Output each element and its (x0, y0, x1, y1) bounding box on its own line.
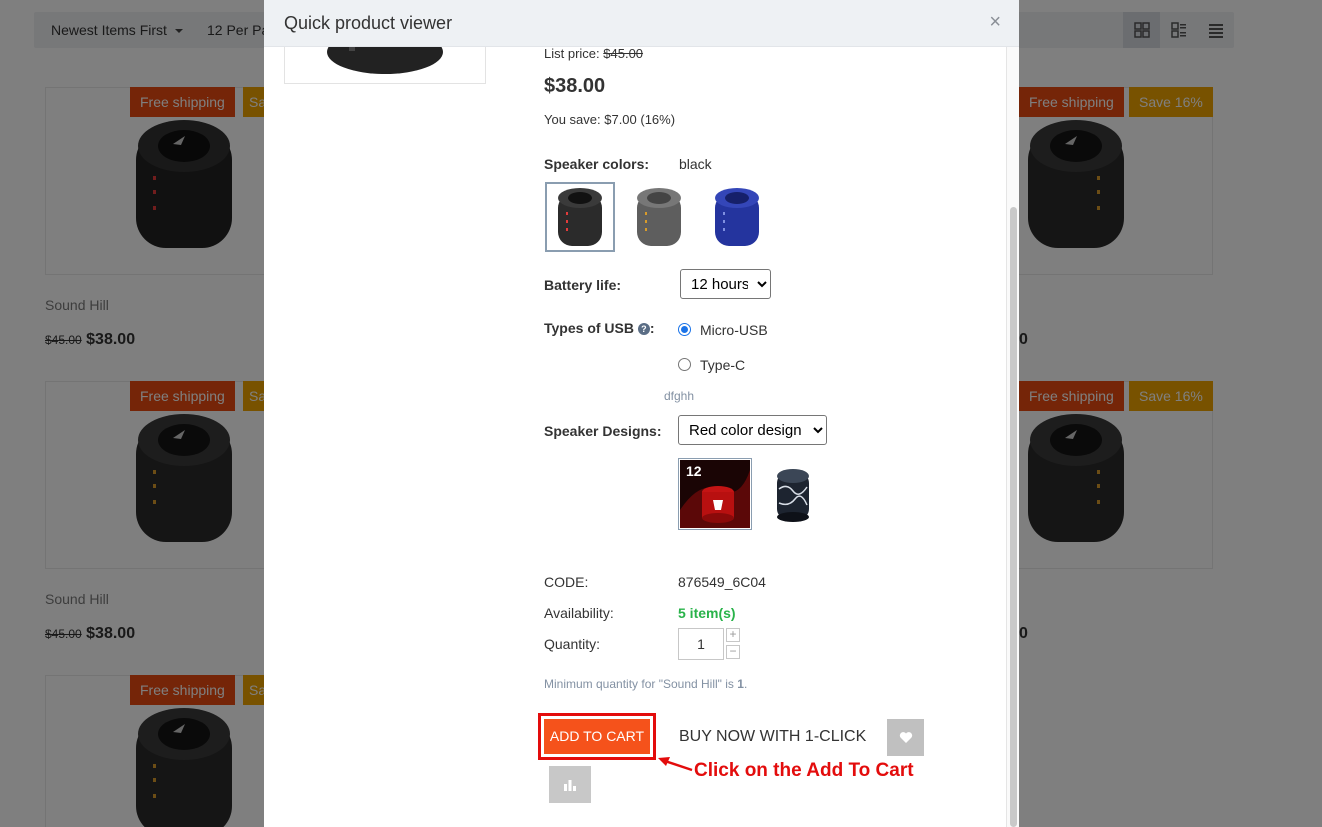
quantity-decrease-button[interactable]: − (726, 645, 740, 659)
color-swatch-blue[interactable] (702, 182, 772, 252)
dialog-scrollbar[interactable] (1006, 47, 1019, 827)
design-thumb-marble[interactable] (756, 458, 830, 530)
red-design-image: 12 (680, 460, 750, 528)
color-swatch-black[interactable] (545, 182, 615, 252)
annotation-arrow-icon (658, 757, 693, 772)
heart-icon (899, 732, 912, 743)
marble-design-image (777, 469, 809, 522)
usb-label: Types of USB ?: (544, 320, 655, 336)
scrollbar-thumb[interactable] (1010, 207, 1017, 827)
usb-radio-micro[interactable] (678, 323, 691, 336)
usb-note: dfghh (664, 389, 695, 403)
list-price: List price: $45.00 (544, 46, 643, 61)
usb-option-label[interactable]: Type-C (700, 357, 745, 373)
availability-value: 5 item(s) (678, 605, 736, 621)
product-price: $38.00 (544, 75, 606, 97)
quick-view-dialog: Quick product viewer × List price: $45.0… (264, 0, 1019, 827)
black-speaker-image (558, 188, 602, 246)
min-quantity-value: 1 (737, 677, 744, 691)
gray-speaker-image (637, 188, 681, 246)
close-icon[interactable]: × (989, 11, 1001, 34)
dialog-title: Quick product viewer (284, 13, 453, 33)
quantity-input[interactable]: 1 (678, 628, 724, 660)
color-swatch-gray[interactable] (624, 182, 694, 252)
availability-label: Availability: (544, 605, 614, 621)
usb-radio-typec[interactable] (678, 358, 691, 371)
list-price-label: List price: (544, 46, 600, 61)
blue-speaker-image (715, 188, 759, 246)
design-thumb-red[interactable]: 12 (678, 458, 752, 530)
designs-label: Speaker Designs: (544, 423, 662, 439)
battery-label: Battery life: (544, 277, 622, 293)
you-save: You save: $7.00 (16%) (544, 112, 676, 127)
usb-option-label[interactable]: Micro-USB (700, 322, 768, 338)
add-to-cart-button[interactable]: ADD TO CART (544, 719, 650, 754)
annotation-text: Click on the Add To Cart (694, 760, 914, 781)
help-icon[interactable]: ? (637, 323, 650, 335)
wishlist-button[interactable] (887, 719, 924, 756)
quantity-label: Quantity: (544, 636, 601, 652)
main-product-image[interactable] (284, 47, 486, 84)
design-label: 12 (686, 463, 702, 479)
battery-select[interactable]: 12 hours (680, 269, 771, 299)
min-quantity-note: Minimum quantity for "Sound Hill" is 1. (544, 677, 747, 691)
designs-select[interactable]: Red color design (678, 415, 827, 445)
min-quantity-text: Minimum quantity for "Sound Hill" is (544, 677, 738, 691)
min-quantity-suffix: . (743, 677, 748, 691)
selected-color: black (679, 156, 712, 172)
colors-label: Speaker colors: (544, 156, 650, 172)
speaker-image (327, 47, 443, 74)
buy-now-one-click-link[interactable]: BUY NOW WITH 1-CLICK (679, 728, 866, 746)
quantity-increase-button[interactable]: + (726, 628, 740, 642)
code-value: 876549_6C04 (678, 574, 766, 590)
list-price-value: $45.00 (603, 46, 644, 61)
compare-button[interactable] (549, 766, 591, 803)
code-label: CODE: (544, 574, 589, 590)
usb-label-text: Types of USB (544, 320, 634, 336)
bar-chart-icon (564, 779, 576, 791)
dialog-header: Quick product viewer × (264, 0, 1019, 47)
